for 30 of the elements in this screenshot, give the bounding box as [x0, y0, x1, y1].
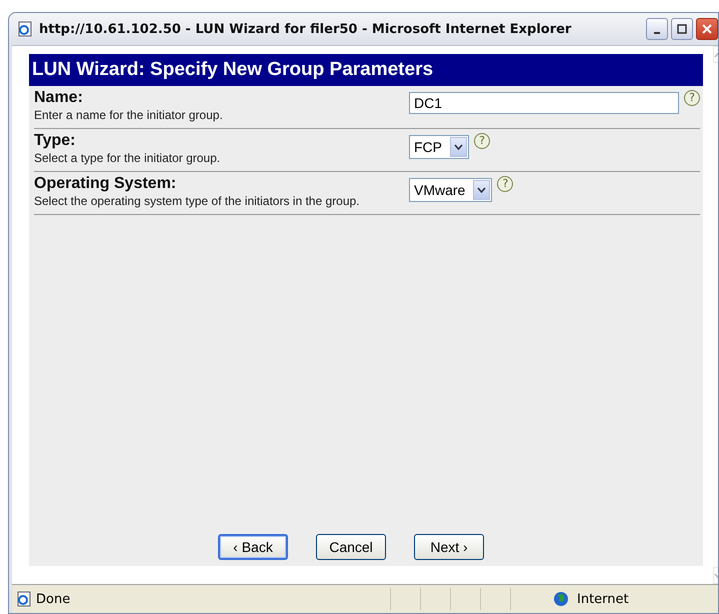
window-title: http://10.61.102.50 - LUN Wizard for filer50 - Microsoft Internet Explorer — [39, 22, 572, 36]
wizard-button[interactable]: Next › — [414, 534, 484, 560]
wizard-heading: LUN Wizard: Specify New Group Parameters — [29, 54, 703, 86]
name-field[interactable]: DC1 — [409, 92, 679, 114]
dropdown[interactable]: FCP — [409, 135, 469, 159]
maximize-icon — [677, 24, 687, 34]
help-icon[interactable]: ? — [684, 90, 700, 106]
dropdown[interactable]: VMware — [409, 178, 492, 202]
field-description: Select the operating system type of the initiators in the group. — [34, 193, 361, 210]
chevron-down-icon — [477, 187, 486, 193]
field-label: Type: — [34, 132, 76, 150]
globe-icon — [553, 591, 569, 607]
help-icon[interactable]: ? — [497, 176, 514, 192]
field-label: Operating System: — [34, 175, 178, 193]
chevron-down-icon — [454, 144, 463, 150]
field-description: Select a type for the initiator group. — [34, 150, 222, 167]
status-text: Done — [36, 592, 72, 606]
close-icon — [702, 24, 712, 34]
minimize-button[interactable] — [646, 18, 668, 40]
minimize-icon — [654, 32, 660, 34]
zone-text: Internet — [577, 592, 629, 606]
field-description: Enter a name for the initiator group. — [34, 107, 224, 124]
page-icon — [17, 21, 33, 37]
wizard-button[interactable]: Cancel — [316, 534, 386, 560]
close-button[interactable] — [696, 18, 718, 40]
wizard-button[interactable]: ‹ Back — [218, 534, 288, 560]
field-label: Name: — [34, 89, 84, 107]
page-icon — [16, 591, 32, 607]
maximize-button[interactable] — [671, 18, 693, 40]
help-icon[interactable]: ? — [474, 133, 490, 149]
